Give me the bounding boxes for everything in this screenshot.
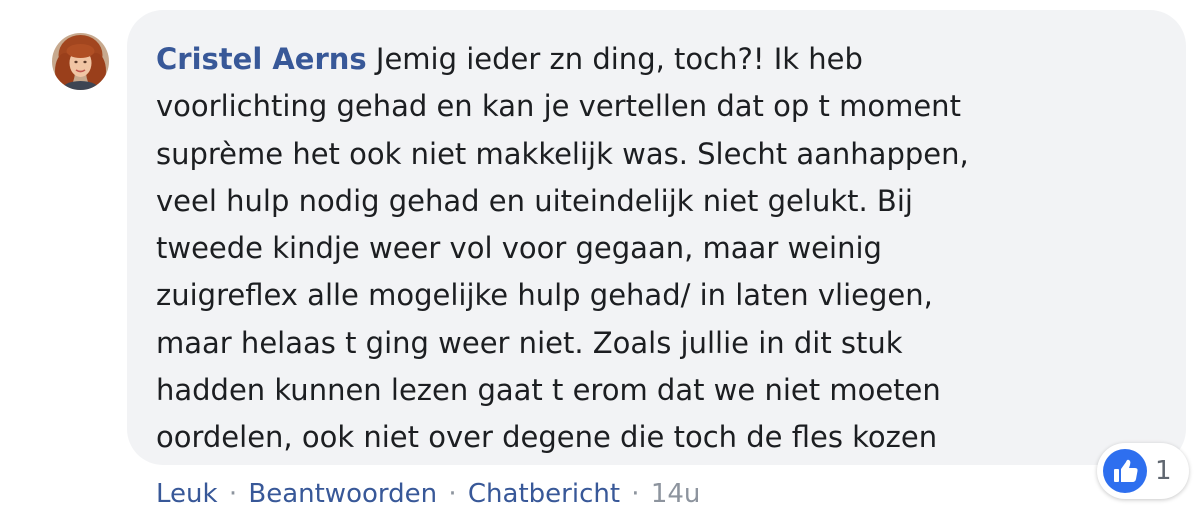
comment-actions: Leuk · Beantwoorden · Chatbericht · 14u (156, 474, 700, 514)
comment-line: oordelen, ook niet over degene die toch … (156, 420, 938, 455)
avatar-photo (52, 33, 109, 90)
comment-thread: Cristel Aerns Jemig ieder zn ding, toch?… (0, 0, 1200, 531)
comment-line: maar helaas t ging weer niet. Zoals jull… (156, 325, 903, 360)
separator: · (228, 479, 238, 509)
comment-body: Cristel Aerns Jemig ieder zn ding, toch?… (156, 36, 1166, 462)
comment-line: tweede kindje weer vol voor gegaan, maar… (156, 231, 882, 266)
comment-line: voorlichting gehad en kan je vertellen d… (156, 89, 961, 124)
like-link[interactable]: Leuk (156, 479, 218, 509)
reaction-count: 1 (1155, 456, 1172, 486)
message-link[interactable]: Chatbericht (468, 479, 620, 509)
comment-line: hadden kunnen lezen gaat t erom dat we n… (156, 373, 941, 408)
like-icon (1103, 449, 1147, 493)
separator: · (631, 479, 640, 509)
comment-line: veel hulp nodig gehad en uiteindelijk ni… (156, 183, 913, 218)
reactions-summary[interactable]: 1 (1097, 443, 1189, 499)
comment-line: Cristel Aerns Jemig ieder zn ding, toch?… (156, 36, 1166, 83)
thumbs-up-icon (1114, 459, 1138, 482)
comment-line: suprème het ook niet makkelijk was. Slec… (156, 136, 969, 171)
timestamp[interactable]: 14u (651, 479, 701, 509)
avatar[interactable] (52, 33, 109, 90)
reply-link[interactable]: Beantwoorden (248, 479, 437, 509)
comment-line: zuigreflex alle mogelijke hulp gehad/ in… (156, 278, 933, 313)
comment-text: Jemig ieder zn ding, toch?! Ik heb (375, 42, 863, 76)
separator: · (448, 479, 457, 509)
comment-author[interactable]: Cristel Aerns (156, 42, 367, 76)
